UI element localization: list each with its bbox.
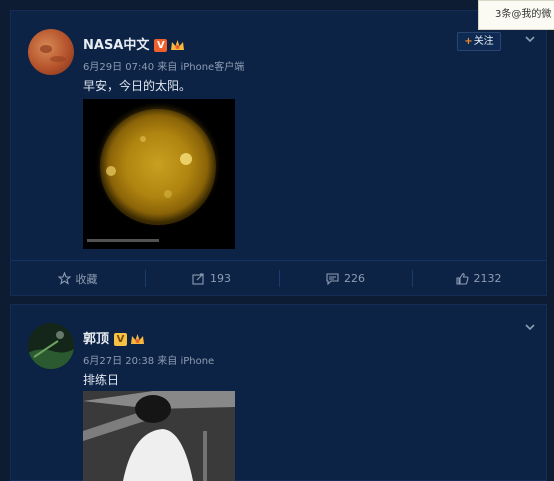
post-image-sun[interactable]: [83, 99, 235, 249]
bw-photo: [83, 391, 235, 481]
like-count: 2132: [473, 272, 502, 285]
comment-icon: [326, 273, 339, 285]
collect-label: 收藏: [75, 272, 98, 286]
verified-badge-icon: V: [154, 39, 168, 52]
author-name-text[interactable]: 郭顶: [83, 332, 109, 347]
notification-popup[interactable]: 3条@我的微: [478, 0, 554, 30]
vip-crown-icon: [131, 334, 145, 344]
chevron-down-icon[interactable]: [524, 33, 536, 45]
post-text: 早安，今日的太阳。: [83, 79, 192, 93]
follow-button[interactable]: +关注: [457, 32, 501, 51]
action-bar: 收藏 193 226 2132: [11, 260, 546, 296]
author-name[interactable]: NASA中文 V: [83, 34, 185, 53]
star-icon: [57, 272, 71, 285]
weibo-feed: NASA中文 V 6月29日 07:40 来自 iPhone客户端 早安，今日的太…: [0, 0, 554, 481]
post-meta: 6月29日 07:40 来自 iPhone客户端: [83, 62, 245, 73]
post-text: 排练日: [83, 373, 120, 387]
vip-crown-icon: [171, 40, 185, 50]
thumbs-up-icon: [455, 272, 469, 285]
collect-button[interactable]: 收藏: [11, 261, 144, 296]
share-icon: [192, 273, 204, 285]
repost-button[interactable]: 193: [145, 261, 278, 296]
comment-button[interactable]: 226: [279, 261, 412, 296]
chevron-down-icon[interactable]: [524, 321, 536, 333]
repost-count: 193: [210, 272, 231, 285]
post-meta: 6月27日 20:38 来自 iPhone: [83, 356, 215, 367]
author-name-text[interactable]: NASA中文: [83, 38, 149, 53]
follow-label: 关注: [473, 36, 494, 47]
sun-image: [87, 103, 222, 242]
post-image-photo[interactable]: [83, 391, 235, 481]
plus-icon: +: [464, 36, 473, 47]
post-card: NASA中文 V 6月29日 07:40 来自 iPhone客户端 早安，今日的太…: [10, 10, 547, 296]
like-button[interactable]: 2132: [412, 261, 545, 296]
comment-count: 226: [344, 272, 365, 285]
avatar[interactable]: [28, 323, 74, 369]
post-card: 郭顶 V 6月27日 20:38 来自 iPhone 排练日: [10, 304, 547, 481]
author-name[interactable]: 郭顶 V: [83, 328, 145, 347]
verified-badge-icon: V: [114, 333, 128, 346]
avatar[interactable]: [28, 29, 74, 75]
